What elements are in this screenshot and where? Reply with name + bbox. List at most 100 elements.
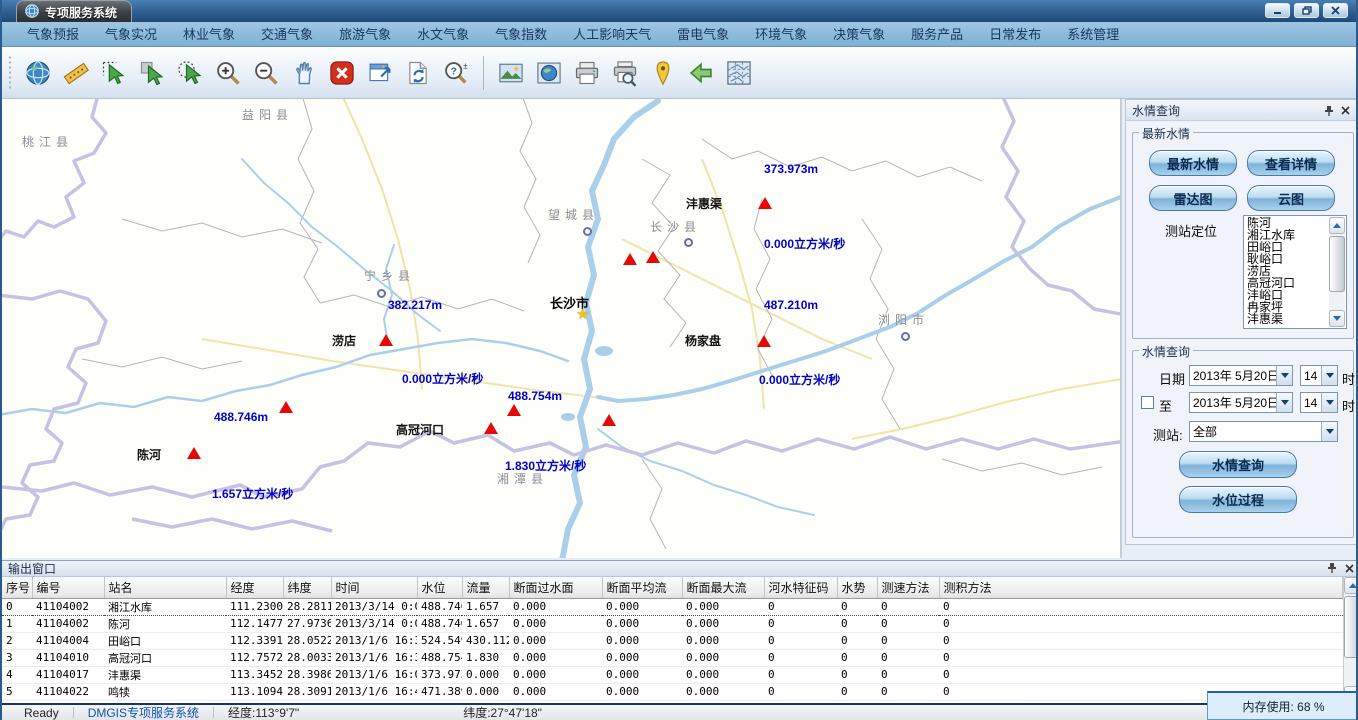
date-from-combo[interactable]: 2013年 5月20日 <box>1189 365 1293 386</box>
cloud-image-button[interactable]: 云图 <box>1247 185 1335 211</box>
pin-icon[interactable] <box>1327 562 1337 576</box>
station-triangle-marker[interactable] <box>279 401 293 413</box>
hour-from-combo[interactable]: 14 <box>1300 365 1338 386</box>
column-header-0[interactable]: 序号 <box>2 577 32 598</box>
column-header-10[interactable]: 断面最大流 <box>682 577 764 598</box>
menu-item-6[interactable]: 气象指数 <box>482 22 560 47</box>
table-row[interactable]: 041104002湘江水库111.23000028.2811112013/3/1… <box>2 598 1343 615</box>
station-triangle-marker[interactable] <box>187 447 201 459</box>
menu-item-2[interactable]: 林业气象 <box>170 22 248 47</box>
column-header-12[interactable]: 水势 <box>837 577 877 598</box>
menu-item-7[interactable]: 人工影响天气 <box>560 22 664 47</box>
column-header-11[interactable]: 河水特征码 <box>764 577 837 598</box>
scroll-thumb[interactable] <box>1344 596 1358 658</box>
station-triangle-marker[interactable] <box>757 335 771 347</box>
water-level-process-button[interactable]: 水位过程 <box>1179 486 1297 513</box>
menu-item-8[interactable]: 雷电气象 <box>664 22 742 47</box>
column-header-8[interactable]: 断面过水面 <box>509 577 602 598</box>
station-triangle-marker[interactable] <box>379 334 393 346</box>
column-header-6[interactable]: 水位 <box>417 577 462 598</box>
map-grid-icon[interactable] <box>722 55 756 91</box>
station-list-item-8[interactable]: 沣惠渠 <box>1245 313 1329 325</box>
panel-close-icon[interactable] <box>1337 103 1353 118</box>
table-row[interactable]: 541104022鸣犊113.10944428.3091672013/1/6 1… <box>2 683 1343 700</box>
view-details-button[interactable]: 查看详情 <box>1247 150 1335 176</box>
table-row[interactable]: 141104002陈河112.14777827.9736112013/3/14 … <box>2 615 1343 632</box>
station-triangle-marker[interactable] <box>623 253 637 265</box>
to-checkbox[interactable] <box>1141 396 1154 409</box>
ruler-icon[interactable] <box>59 55 93 91</box>
station-locator-listbox[interactable]: 陈河湘江水库田峪口耿峪口涝店高冠河口沣峪口冉家坪沣惠渠 <box>1243 215 1347 329</box>
menu-item-11[interactable]: 服务产品 <box>898 22 976 47</box>
menu-item-13[interactable]: 系统管理 <box>1054 22 1132 47</box>
listbox-scrollbar[interactable] <box>1329 217 1345 327</box>
latest-water-button[interactable]: 最新水情 <box>1149 150 1237 176</box>
menu-item-9[interactable]: 环境气象 <box>742 22 820 47</box>
station-select-combo[interactable]: 全部 <box>1189 421 1338 442</box>
table-row[interactable]: 241104004田峪口112.33916728.0522222013/1/6 … <box>2 632 1343 649</box>
zoom-in-icon[interactable] <box>211 55 245 91</box>
chevron-down-icon[interactable] <box>1276 393 1292 412</box>
column-header-4[interactable]: 纬度 <box>283 577 331 598</box>
column-header-2[interactable]: 站名 <box>104 577 226 598</box>
pan-hand-icon[interactable] <box>287 55 321 91</box>
pin-icon[interactable] <box>1321 103 1337 118</box>
toolbar-grip[interactable] <box>8 55 13 91</box>
date-to-combo[interactable]: 2013年 5月20日 <box>1189 392 1293 413</box>
water-query-button[interactable]: 水情查询 <box>1179 451 1297 478</box>
menu-item-12[interactable]: 日常发布 <box>976 22 1054 47</box>
menu-item-3[interactable]: 交通气象 <box>248 22 326 47</box>
column-header-3[interactable]: 经度 <box>226 577 283 598</box>
column-header-5[interactable]: 时间 <box>331 577 417 598</box>
map-canvas[interactable]: 益阳县桃江县宁乡县望城县长沙县浏阳市湘潭县长沙市★沣惠渠杨家盘涝店高冠河口陈河3… <box>2 99 1122 558</box>
scroll-up-icon[interactable] <box>1329 217 1345 234</box>
station-triangle-marker[interactable] <box>484 422 498 434</box>
station-triangle-marker[interactable] <box>646 251 660 263</box>
globe-icon[interactable] <box>21 55 55 91</box>
identify-icon[interactable]: ?± <box>439 55 473 91</box>
select-lasso-icon[interactable] <box>97 55 131 91</box>
menu-item-5[interactable]: 水文气象 <box>404 22 482 47</box>
menu-item-0[interactable]: 气象预报 <box>14 22 92 47</box>
column-header-7[interactable]: 流量 <box>462 577 509 598</box>
back-arrow-icon[interactable] <box>684 55 718 91</box>
output-scrollbar[interactable] <box>1343 577 1358 703</box>
column-header-14[interactable]: 测积方法 <box>939 577 1343 598</box>
refresh-icon[interactable] <box>401 55 435 91</box>
menu-item-10[interactable]: 决策气象 <box>820 22 898 47</box>
menu-item-4[interactable]: 旅游气象 <box>326 22 404 47</box>
output-close-icon[interactable] <box>1345 562 1354 576</box>
chevron-down-icon[interactable] <box>1321 393 1337 412</box>
column-header-9[interactable]: 断面平均流 <box>602 577 682 598</box>
scroll-thumb[interactable] <box>1329 236 1345 292</box>
image-export-icon[interactable] <box>494 55 528 91</box>
restore-button[interactable] <box>1294 3 1319 18</box>
scroll-down-icon[interactable] <box>1329 310 1345 327</box>
menu-item-1[interactable]: 气象实况 <box>92 22 170 47</box>
locate-marker-icon[interactable] <box>646 55 680 91</box>
column-header-13[interactable]: 测速方法 <box>877 577 939 598</box>
station-triangle-marker[interactable] <box>758 197 772 209</box>
station-triangle-marker[interactable] <box>507 404 521 416</box>
chevron-down-icon[interactable] <box>1321 366 1337 385</box>
window-export-icon[interactable] <box>363 55 397 91</box>
print-preview-icon[interactable] <box>608 55 642 91</box>
stop-icon[interactable] <box>325 55 359 91</box>
table-row[interactable]: 341104010高冠河口112.75722228.0033332013/1/6… <box>2 649 1343 666</box>
column-header-1[interactable]: 编号 <box>32 577 104 598</box>
select-circle-icon[interactable] <box>173 55 207 91</box>
chevron-down-icon[interactable] <box>1276 366 1292 385</box>
print-icon[interactable] <box>570 55 604 91</box>
chevron-down-icon[interactable] <box>1321 422 1337 441</box>
station-triangle-marker[interactable] <box>602 414 616 426</box>
scroll-up-icon[interactable] <box>1344 577 1358 594</box>
hour-to-combo[interactable]: 14 <box>1300 392 1338 413</box>
minimize-button[interactable] <box>1265 3 1290 18</box>
globe-view-icon[interactable] <box>532 55 566 91</box>
zoom-out-icon[interactable] <box>249 55 283 91</box>
select-box-icon[interactable] <box>135 55 169 91</box>
table-row[interactable]: 441104017沣惠渠113.34527828.3986112013/1/6 … <box>2 666 1343 683</box>
table-cell: 4 <box>2 666 32 683</box>
close-button[interactable] <box>1323 3 1348 18</box>
radar-chart-button[interactable]: 雷达图 <box>1149 185 1237 211</box>
